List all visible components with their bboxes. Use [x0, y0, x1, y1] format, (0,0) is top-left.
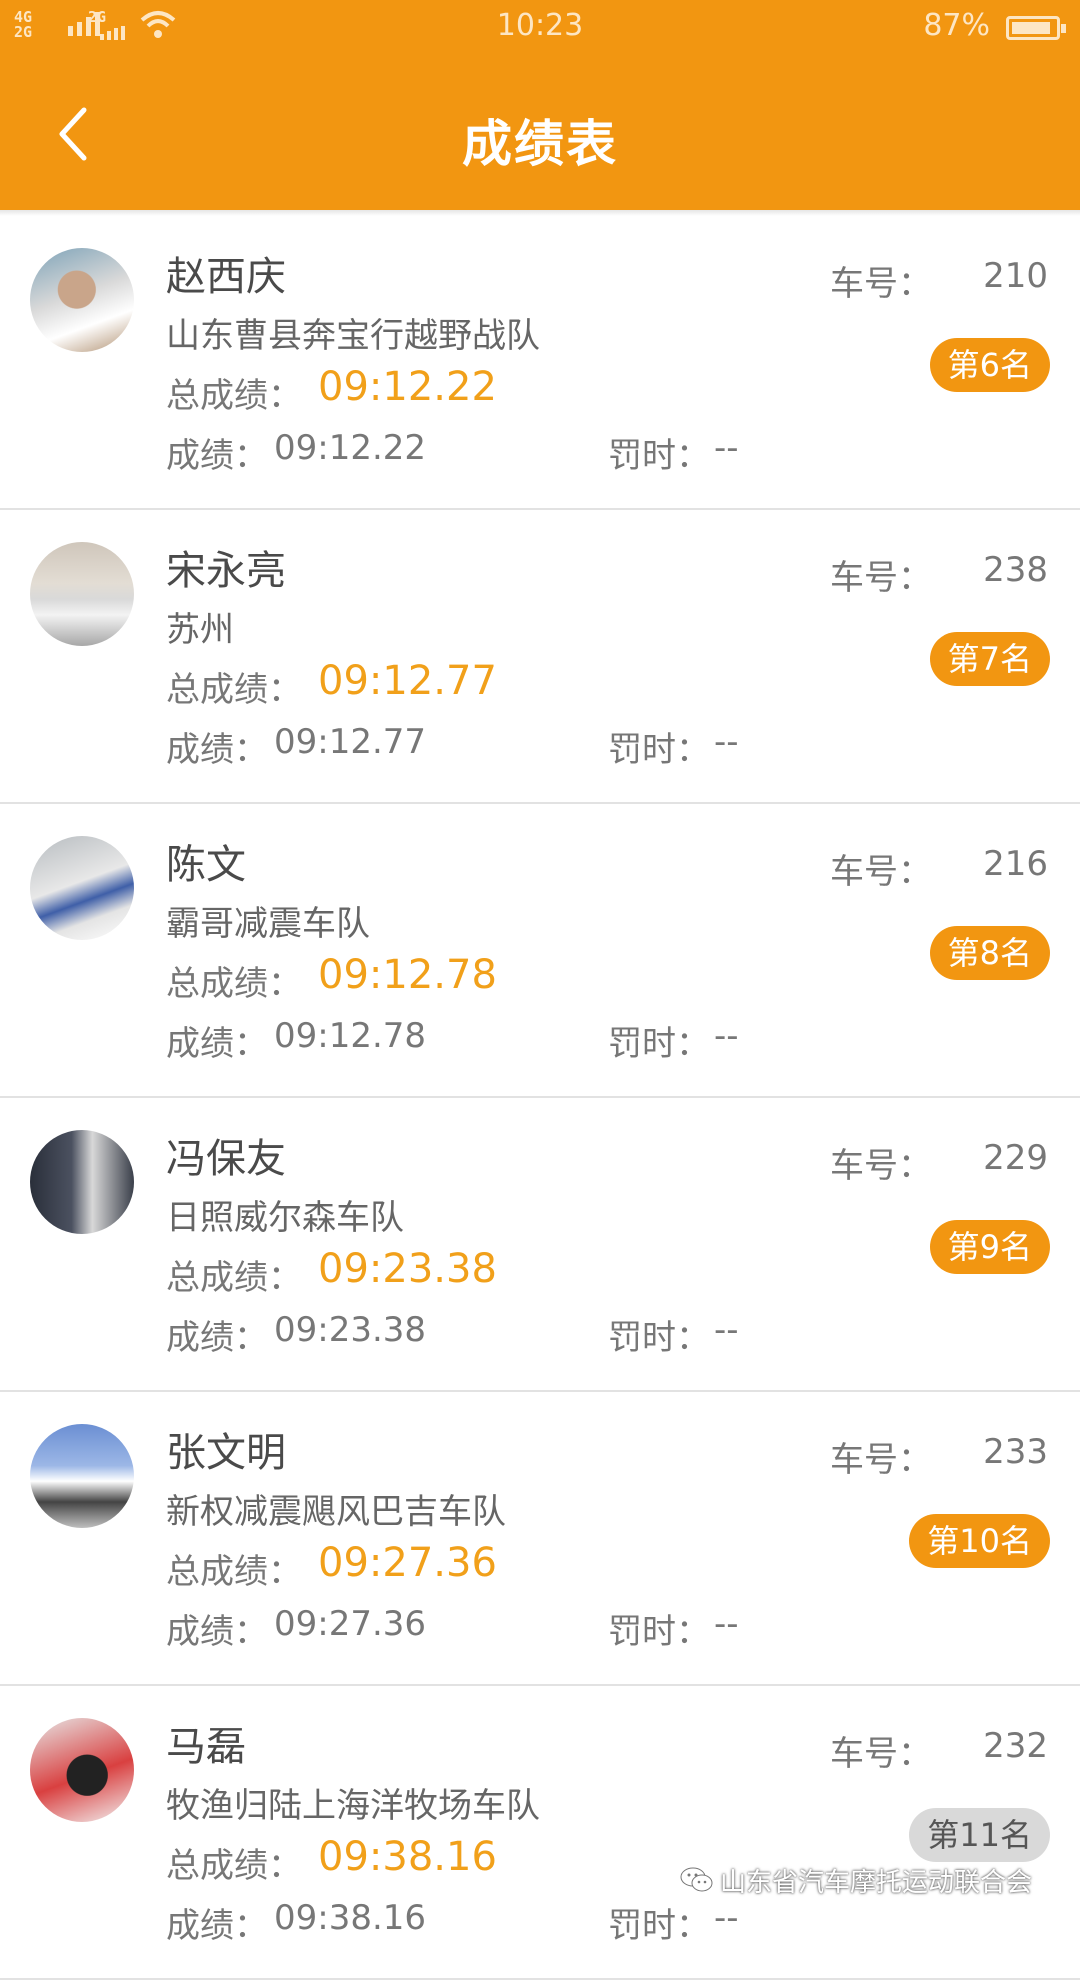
total-label: 总成绩：: [166, 670, 302, 710]
car-number: 232: [983, 1726, 1048, 1766]
driver-name: 冯保友: [166, 1136, 286, 1182]
car-number-label: 车号：: [830, 1734, 932, 1774]
rank-badge: 第9名: [929, 1220, 1050, 1274]
penalty-time: --: [714, 1016, 739, 1056]
driver-name: 陈文: [166, 842, 246, 888]
penalty-label: 罚时：: [608, 1906, 710, 1946]
penalty-time: --: [714, 428, 739, 468]
avatar: [30, 1718, 134, 1822]
rank-badge: 第11名: [909, 1808, 1050, 1862]
car-number: 210: [983, 256, 1048, 296]
team-name: 日照威尔森车队: [166, 1198, 404, 1238]
team-name: 山东曹县奔宝行越野战队: [166, 316, 540, 356]
watermark: 山东省汽车摩托运动联合会: [680, 1858, 1032, 1902]
penalty-time: --: [714, 722, 739, 762]
results-list: 赵西庆 山东曹县奔宝行越野战队 总成绩： 09:12.22 成绩： 09:12.22 罚时：…: [0, 216, 1080, 1980]
avatar: [30, 1130, 134, 1234]
avatar: [30, 248, 134, 352]
page-title: 成绩表: [462, 115, 618, 173]
battery-percent: 87%: [923, 8, 990, 43]
total-time: 09:23.38: [318, 1246, 497, 1292]
score-time: 09:23.38: [274, 1310, 427, 1350]
total-time: 09:12.77: [318, 658, 497, 704]
rank-badge: 第6名: [929, 338, 1050, 392]
penalty-time: --: [714, 1898, 739, 1938]
score-time: 09:12.22: [274, 428, 427, 468]
penalty-time: --: [714, 1310, 739, 1350]
result-row[interactable]: 马磊 牧渔归陆上海洋牧场车队 总成绩： 09:38.16 成绩： 09:38.16 罚时： -…: [0, 1686, 1080, 1980]
score-label: 成绩：: [166, 1612, 268, 1652]
total-label: 总成绩：: [166, 1846, 302, 1886]
car-number-label: 车号：: [830, 1440, 932, 1480]
rank-badge: 第8名: [929, 926, 1050, 980]
penalty-label: 罚时：: [608, 1024, 710, 1064]
score-label: 成绩：: [166, 730, 268, 770]
app-header: 成绩表: [0, 56, 1080, 210]
car-number-label: 车号：: [830, 852, 932, 892]
clock: 10:23: [496, 8, 584, 43]
rank-badge: 第10名: [909, 1514, 1050, 1568]
driver-name: 赵西庆: [166, 254, 286, 300]
score-time: 09:12.78: [274, 1016, 427, 1056]
total-label: 总成绩：: [166, 376, 302, 416]
score-label: 成绩：: [166, 436, 268, 476]
total-time: 09:12.78: [318, 952, 497, 998]
total-label: 总成绩：: [166, 1258, 302, 1298]
car-number-label: 车号：: [830, 1146, 932, 1186]
car-number-label: 车号：: [830, 264, 932, 304]
status-bar: 4G 2G 2G 10:23 87%: [0, 0, 1080, 56]
result-row[interactable]: 冯保友 日照威尔森车队 总成绩： 09:23.38 成绩： 09:23.38 罚时： -- 车号…: [0, 1098, 1080, 1392]
result-row[interactable]: 陈文 霸哥减震车队 总成绩： 09:12.78 成绩： 09:12.78 罚时： -- 车号： 2…: [0, 804, 1080, 1098]
watermark-text: 山东省汽车摩托运动联合会: [720, 1867, 1033, 1898]
result-row[interactable]: 张文明 新权减震飓风巴吉车队 总成绩： 09:27.36 成绩： 09:27.36 罚时： -…: [0, 1392, 1080, 1686]
score-label: 成绩：: [166, 1906, 268, 1946]
driver-name: 宋永亮: [166, 548, 286, 594]
score-time: 09:12.77: [274, 722, 427, 762]
penalty-label: 罚时：: [608, 1318, 710, 1358]
total-label: 总成绩：: [166, 964, 302, 1004]
battery-icon: [1006, 16, 1066, 40]
result-row[interactable]: 赵西庆 山东曹县奔宝行越野战队 总成绩： 09:12.22 成绩： 09:12.22 罚时：…: [0, 216, 1080, 510]
car-number: 229: [983, 1138, 1048, 1178]
score-label: 成绩：: [166, 1024, 268, 1064]
score-label: 成绩：: [166, 1318, 268, 1358]
total-label: 总成绩：: [166, 1552, 302, 1592]
car-number: 233: [983, 1432, 1048, 1472]
penalty-time: --: [714, 1604, 739, 1644]
avatar: [30, 1424, 134, 1528]
car-number: 238: [983, 550, 1048, 590]
score-time: 09:38.16: [274, 1898, 427, 1938]
rank-badge: 第7名: [929, 632, 1050, 686]
car-number: 216: [983, 844, 1048, 884]
team-name: 牧渔归陆上海洋牧场车队: [166, 1786, 540, 1826]
driver-name: 马磊: [166, 1724, 246, 1770]
total-time: 09:38.16: [318, 1834, 497, 1880]
score-time: 09:27.36: [274, 1604, 427, 1644]
result-row[interactable]: 宋永亮 苏州 总成绩： 09:12.77 成绩： 09:12.77 罚时： -- 车号： 238 第…: [0, 510, 1080, 804]
avatar: [30, 542, 134, 646]
car-number-label: 车号：: [830, 558, 932, 598]
penalty-label: 罚时：: [608, 1612, 710, 1652]
total-time: 09:12.22: [318, 364, 497, 410]
avatar: [30, 836, 134, 940]
driver-name: 张文明: [166, 1430, 286, 1476]
penalty-label: 罚时：: [608, 730, 710, 770]
team-name: 霸哥减震车队: [166, 904, 370, 944]
penalty-label: 罚时：: [608, 436, 710, 476]
total-time: 09:27.36: [318, 1540, 497, 1586]
team-name: 苏州: [166, 610, 234, 650]
team-name: 新权减震飓风巴吉车队: [166, 1492, 506, 1532]
wechat-icon: [680, 1867, 713, 1892]
